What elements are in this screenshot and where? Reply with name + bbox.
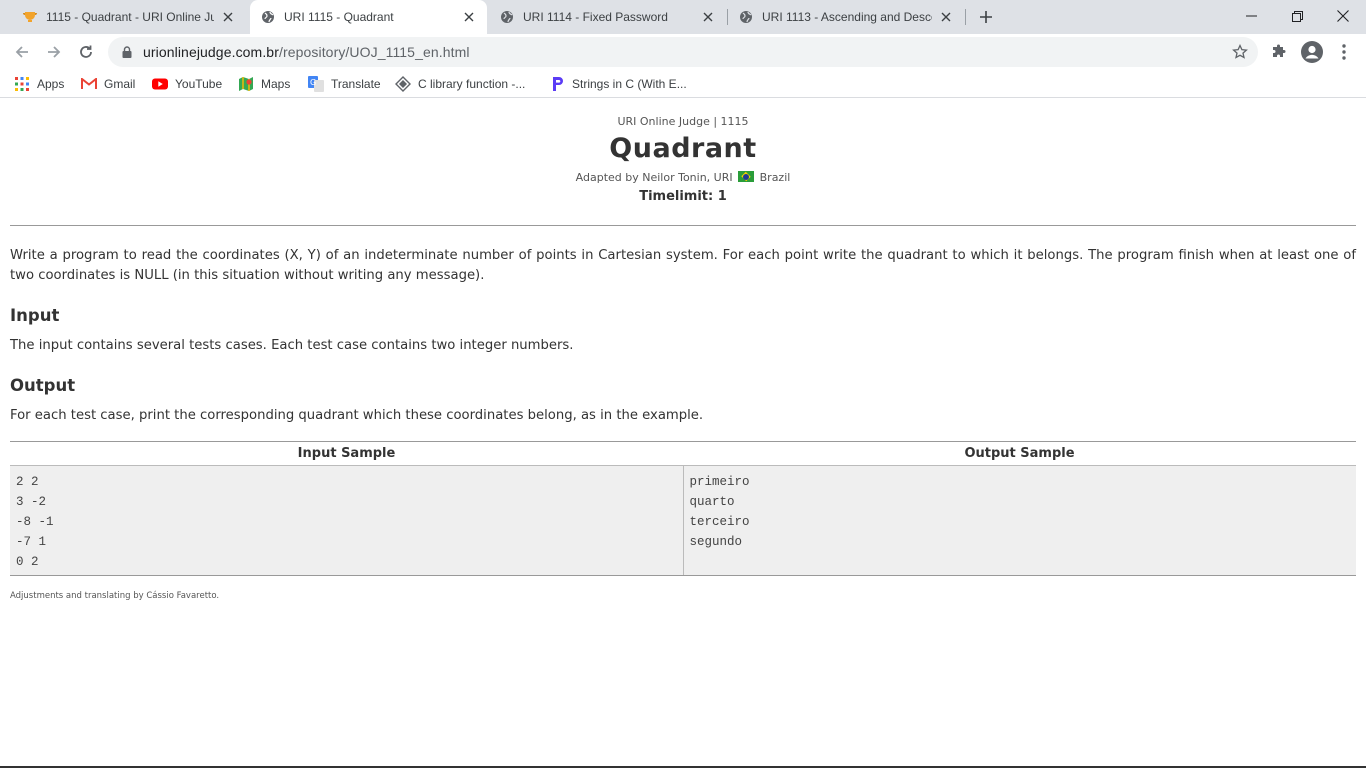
input-sample: 2 2 3 -2 -8 -1 -7 1 0 2 <box>16 475 54 569</box>
input-sample-heading: Input Sample <box>297 446 396 461</box>
sample-table-body: 2 2 3 -2 -8 -1 -7 1 0 2 primeiro quarto … <box>10 465 1356 575</box>
apps-grid-icon <box>14 76 30 92</box>
minimize-button[interactable] <box>1228 0 1274 32</box>
bookmark-translate[interactable]: G Translate <box>308 75 381 93</box>
bookmark-label: Gmail <box>104 77 136 91</box>
problem-page: URI Online Judge | 1115 Quadrant Adapted… <box>0 103 1366 768</box>
output-heading: Output <box>10 376 76 395</box>
browser-menu-icon[interactable] <box>1335 43 1353 61</box>
tab-strip: 1115 - Quadrant - URI Online Jud URI 111… <box>0 0 1366 34</box>
sample-table: Input Sample Output Sample 2 2 3 -2 -8 -… <box>10 441 1356 576</box>
extensions-icon[interactable] <box>1270 43 1288 61</box>
close-tab-icon[interactable] <box>461 9 477 25</box>
url-text: urionlinejudge.com.br/repository/UOJ_111… <box>143 44 470 60</box>
tab-title: URI 1113 - Ascending and Desce <box>762 10 932 24</box>
translation-credit: Adjustments and translating by Cássio Fa… <box>10 591 220 601</box>
browser-toolbar: urionlinejudge.com.br/repository/UOJ_111… <box>0 34 1366 70</box>
back-button[interactable] <box>8 38 36 66</box>
divider <box>10 225 1356 226</box>
tab-2[interactable]: URI 1115 - Quadrant <box>250 0 487 34</box>
tab-title: URI 1114 - Fixed Password <box>523 10 668 24</box>
bookmark-star-icon[interactable] <box>1232 43 1248 60</box>
bookmark-label: Translate <box>331 77 381 91</box>
bookmark-label: Maps <box>261 77 291 91</box>
bookmark-label: YouTube <box>175 77 223 91</box>
svg-text:G: G <box>310 78 316 87</box>
problem-description: Write a program to read the coordinates … <box>10 248 1356 283</box>
bookmark-maps[interactable]: Maps <box>238 75 290 93</box>
forward-button[interactable] <box>40 38 68 66</box>
input-description: The input contains several tests cases. … <box>10 338 574 353</box>
page-title: Quadrant <box>609 133 757 164</box>
gmail-icon <box>81 76 97 92</box>
url-host: urionlinejudge.com.br <box>143 44 279 60</box>
lock-icon[interactable] <box>120 45 134 59</box>
address-bar[interactable]: urionlinejudge.com.br/repository/UOJ_111… <box>108 37 1258 67</box>
timelimit: Timelimit: 1 <box>639 189 727 204</box>
tab-1[interactable]: 1115 - Quadrant - URI Online Jud <box>12 0 246 34</box>
adapted-country: Brazil <box>759 171 791 184</box>
output-description: For each test case, print the correspond… <box>10 408 704 423</box>
globe-icon <box>738 9 754 25</box>
input-heading: Input <box>10 306 60 325</box>
diamond-icon <box>395 76 411 92</box>
adapted-by-text: Adapted by Neilor Tonin, URI <box>575 171 733 184</box>
output-sample: primeiro quarto terceiro segundo <box>682 466 1357 575</box>
bookmark-c-library[interactable]: C library function -... <box>395 75 525 93</box>
reload-button[interactable] <box>72 38 100 66</box>
bookmark-label: C library function -... <box>418 77 526 91</box>
bookmark-strings-in-c[interactable]: Strings in C (With E... <box>549 75 687 93</box>
uri-trophy-icon <box>22 9 38 25</box>
bookmark-apps[interactable]: Apps <box>14 75 64 93</box>
bookmark-label: Apps <box>37 77 65 91</box>
restore-button[interactable] <box>1274 0 1320 32</box>
maps-icon <box>238 76 254 92</box>
profile-avatar-icon[interactable] <box>1300 40 1324 64</box>
close-tab-icon[interactable] <box>220 9 236 25</box>
sample-table-header: Input Sample Output Sample <box>10 442 1356 465</box>
youtube-icon <box>152 76 168 92</box>
adapted-by-line: Adapted by Neilor Tonin, URI Brazil <box>0 171 1366 184</box>
tab-3[interactable]: URI 1114 - Fixed Password <box>489 0 726 34</box>
tab-title: URI 1115 - Quadrant <box>284 10 394 24</box>
bookmark-youtube[interactable]: YouTube <box>152 75 222 93</box>
close-tab-icon[interactable] <box>700 9 716 25</box>
programiz-icon <box>549 76 565 92</box>
new-tab-button[interactable] <box>974 5 998 29</box>
judge-line: URI Online Judge | 1115 <box>617 115 749 128</box>
close-window-button[interactable] <box>1320 0 1366 32</box>
close-tab-icon[interactable] <box>938 9 954 25</box>
globe-icon <box>499 9 515 25</box>
globe-icon <box>260 9 276 25</box>
translate-icon: G <box>308 76 324 92</box>
brazil-flag-icon <box>738 171 755 182</box>
bookmarks-bar: Apps Gmail YouTube Maps G Translate C li… <box>0 70 1366 98</box>
tab-separator <box>965 9 966 25</box>
url-path: /repository/UOJ_1115_en.html <box>278 44 470 60</box>
bookmark-label: Strings in C (With E... <box>572 77 687 91</box>
output-sample-heading: Output Sample <box>964 446 1075 461</box>
bookmark-gmail[interactable]: Gmail <box>81 75 135 93</box>
tab-4[interactable]: URI 1113 - Ascending and Desce <box>728 0 964 34</box>
tab-title: 1115 - Quadrant - URI Online Jud <box>46 10 214 24</box>
